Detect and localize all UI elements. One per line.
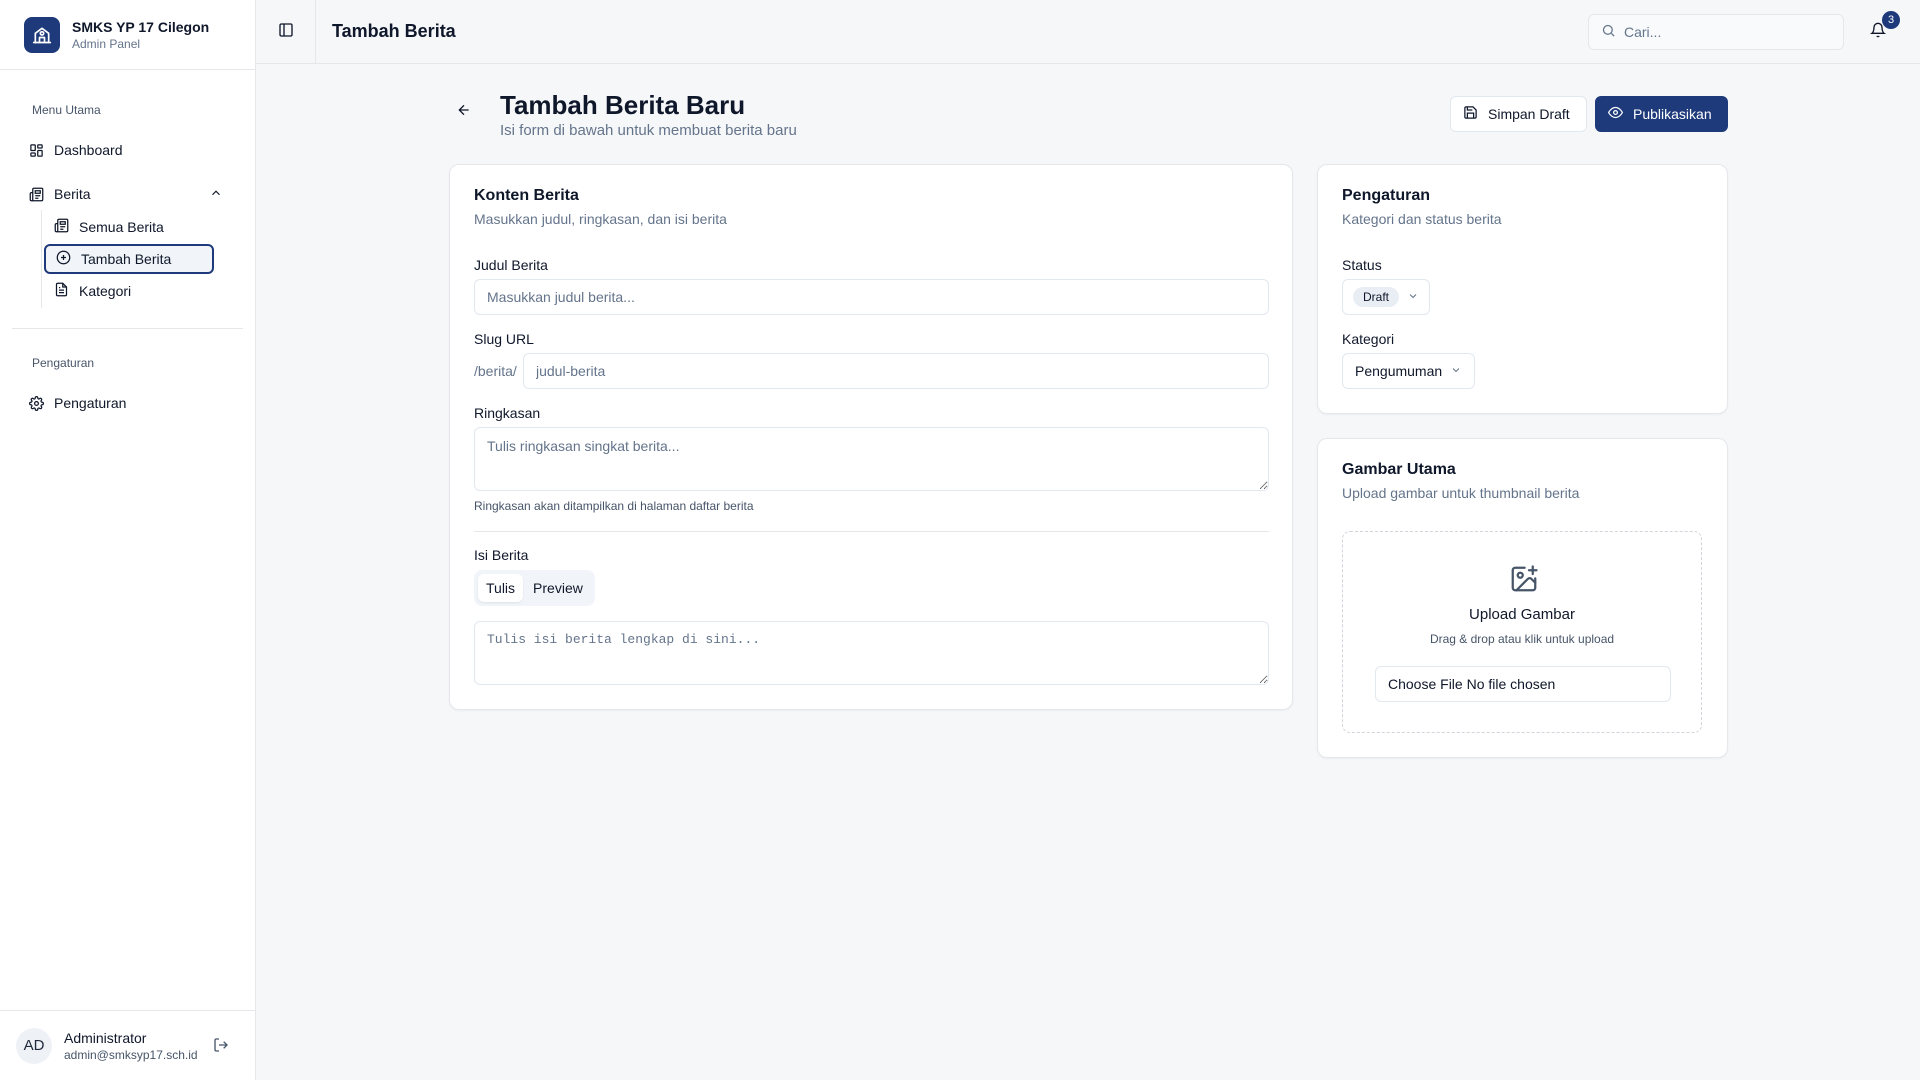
summary-textarea[interactable] [474,427,1269,491]
user-panel: AD Administrator admin@smksyp17.sch.id [0,1010,255,1080]
brand-name: SMKS YP 17 Cilegon [72,18,210,35]
sidebar-item-label: Berita [54,186,91,202]
sidebar-divider [12,328,243,329]
sidebar-item-semua-berita[interactable]: Semua Berita [44,212,214,242]
settings-card-subtitle: Kategori dan status berita [1342,211,1502,227]
plus-circle-icon [56,250,71,268]
editor-tabs: Tulis Preview [474,570,595,606]
newspaper-icon [54,218,69,236]
dashboard-icon [28,142,44,158]
category-select[interactable]: Pengumuman [1342,353,1476,389]
notification-badge: 3 [1882,11,1900,29]
sidebar-toggle-icon [278,22,294,41]
page-header: Tambah Berita Baru Isi form di bawah unt… [448,88,1728,144]
image-card-title: Gambar Utama [1342,461,1456,478]
search-icon [1601,23,1616,41]
title-input[interactable] [474,279,1269,315]
sidebar-item-label: Semua Berita [79,219,164,235]
content-divider [474,531,1269,532]
slug-label: Slug URL [474,331,534,347]
sidebar-item-label: Tambah Berita [81,251,172,267]
chevron-down-icon [1450,363,1462,379]
user-name: Administrator [64,1029,147,1046]
sidebar-item-kategori[interactable]: Kategori [44,276,214,306]
avatar[interactable]: AD [16,1027,52,1064]
status-select[interactable]: Draft [1342,279,1431,315]
sidebar-item-label: Pengaturan [54,395,127,411]
category-value: Pengumuman [1355,363,1443,379]
user-email: admin@smksyp17.sch.id [64,1047,198,1062]
tab-preview[interactable]: Preview [525,574,591,602]
upload-hint: Drag & drop atau klik untuk upload [1429,632,1615,646]
brand[interactable]: SMKS YP 17 Cilegon Admin Panel [0,0,255,70]
status-label: Status [1342,257,1382,273]
sidebar-item-berita[interactable]: Berita [0,178,255,210]
upload-title: Upload Gambar [1469,606,1575,623]
berita-subnav: Semua Berita Tambah Berita Kategori [41,210,255,308]
body-textarea[interactable] [474,621,1269,685]
sidebar-toggle-button[interactable] [256,0,316,64]
school-icon [24,16,60,53]
topbar-title: Tambah Berita [332,21,456,41]
newspaper-icon [28,186,44,202]
sidebar: SMKS YP 17 Cilegon Admin Panel Menu Utam… [0,0,256,1080]
arrow-left-icon[interactable] [456,102,476,122]
chevron-down-icon [1407,289,1419,305]
publish-button[interactable]: Publikasikan [1595,96,1728,132]
save-icon [1463,105,1478,123]
page-subtitle: Isi form di bawah untuk membuat berita b… [500,122,797,139]
publish-label: Publikasikan [1633,106,1712,122]
slug-prefix: /berita/ [474,363,517,379]
file-input[interactable]: Choose File No file chosen [1375,666,1671,702]
category-label: Kategori [1342,331,1395,347]
sidebar-item-dashboard[interactable]: Dashboard [0,134,255,166]
settings-card: Pengaturan Kategori dan status berita St… [1317,164,1728,414]
search-input[interactable] [1624,24,1824,40]
section-label-settings: Pengaturan [32,356,95,370]
brand-subtitle: Admin Panel [72,36,141,51]
slug-input[interactable] [523,353,1269,389]
sidebar-item-label: Dashboard [54,142,123,158]
eye-icon [1607,105,1624,123]
save-draft-button[interactable]: Simpan Draft [1450,96,1587,132]
topbar: Tambah Berita 3 [256,0,1920,64]
content-card: Konten Berita Masukkan judul, ringkasan,… [449,164,1293,710]
settings-card-title: Pengaturan [1342,187,1431,204]
content-card-subtitle: Masukkan judul, ringkasan, dan isi berit… [474,211,727,227]
file-icon [54,282,69,300]
chevron-up-icon[interactable] [209,186,223,203]
summary-label: Ringkasan [474,405,541,421]
title-label: Judul Berita [474,257,548,273]
status-badge: Draft [1353,287,1400,307]
body-label: Isi Berita [474,547,529,563]
save-draft-label: Simpan Draft [1488,106,1570,122]
logout-icon[interactable] [213,1037,231,1055]
image-card: Gambar Utama Upload gambar untuk thumbna… [1317,438,1728,758]
page-title: Tambah Berita Baru [500,90,746,120]
image-card-subtitle: Upload gambar untuk thumbnail berita [1342,485,1580,501]
summary-hint: Ringkasan akan ditampilkan di halaman da… [474,499,754,513]
sidebar-item-tambah-berita[interactable]: Tambah Berita [44,244,214,274]
tab-write[interactable]: Tulis [478,574,524,602]
image-plus-icon [1509,564,1539,597]
gear-icon [28,395,44,411]
image-dropzone[interactable]: Upload Gambar Drag & drop atau klik untu… [1342,531,1702,733]
content-card-title: Konten Berita [474,187,579,204]
section-label-main: Menu Utama [32,103,101,117]
sidebar-item-label: Kategori [79,283,132,299]
search-box[interactable] [1588,14,1844,50]
sidebar-item-pengaturan[interactable]: Pengaturan [0,387,255,419]
